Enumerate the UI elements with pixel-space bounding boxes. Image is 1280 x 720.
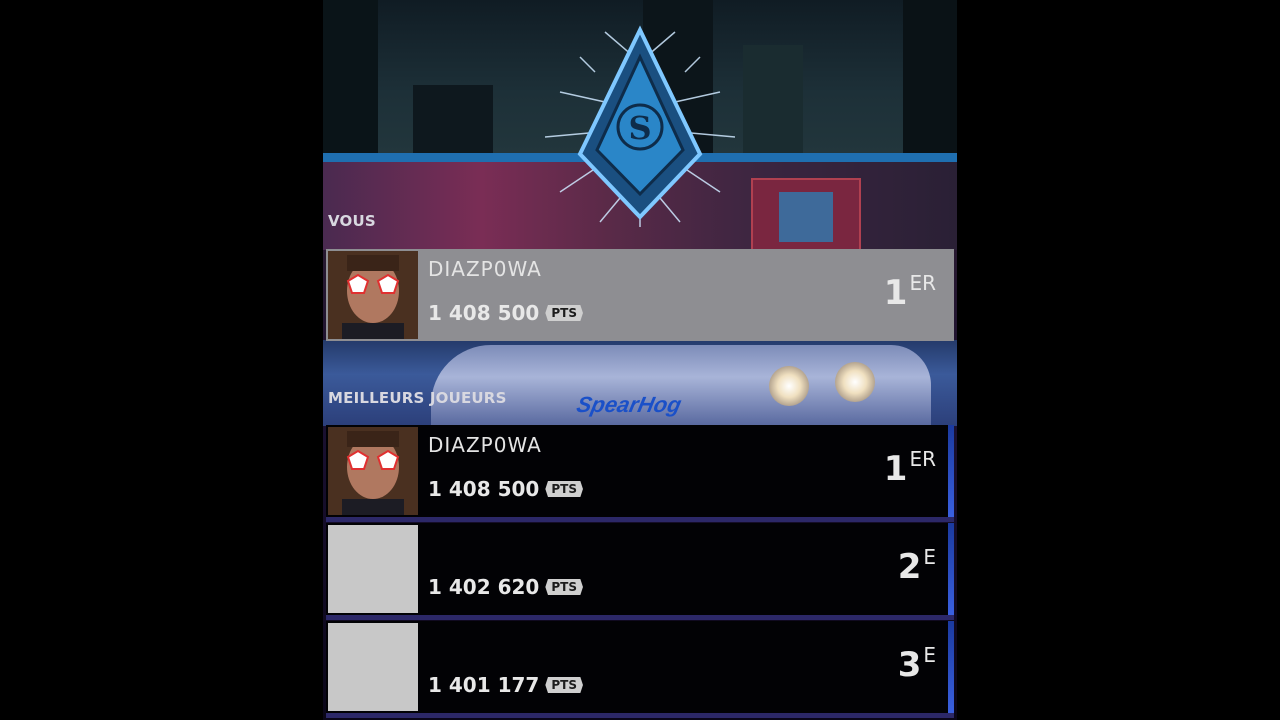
leaderboard-row[interactable]: 1 402 620 PTS 2E — [326, 523, 954, 620]
pts-badge: PTS — [545, 677, 583, 693]
headlight — [835, 362, 875, 402]
player-rank: 1 ER — [883, 271, 936, 313]
row-edge-accent — [948, 425, 954, 517]
player-points: 1 402 620 PTS — [428, 575, 583, 599]
player-avatar — [328, 251, 418, 339]
pts-badge: PTS — [545, 481, 583, 497]
player-points: 1 401 177 PTS — [428, 673, 583, 697]
row-edge-accent — [948, 523, 954, 615]
player-points: 1 408 500 PTS — [428, 477, 583, 501]
row-edge-accent — [948, 621, 954, 713]
headlight — [769, 366, 809, 406]
leaderboard-row[interactable]: 1 401 177 PTS 3E — [326, 621, 954, 718]
player-row-self[interactable]: DIAZP0WA 1 408 500 PTS 1 ER — [326, 249, 954, 341]
car-brand-decal: SpearHog — [574, 392, 684, 417]
pts-badge: PTS — [545, 305, 583, 321]
player-avatar-placeholder — [328, 525, 418, 613]
player-rank: 3E — [897, 643, 936, 685]
section-label-you: VOUS — [328, 212, 376, 230]
player-points: 1 408 500 PTS — [428, 301, 583, 325]
leaderboard-panel: SpearHog S VOUS DIAZP0WA 1 408 500 PTS 1… — [323, 0, 957, 720]
leaderboard-row[interactable]: DIAZP0WA 1 408 500 PTS 1 ER — [326, 425, 954, 522]
player-avatar — [328, 427, 418, 515]
pts-badge: PTS — [545, 579, 583, 595]
player-avatar-placeholder — [328, 623, 418, 711]
player-name: DIAZP0WA — [428, 257, 542, 281]
player-name: DIAZP0WA — [428, 433, 542, 457]
emblem-letter: S — [628, 109, 651, 147]
section-label-top-players: MEILLEURS JOUEURS — [328, 389, 507, 407]
player-rank: 1 ER — [883, 447, 936, 489]
player-rank: 2E — [897, 545, 936, 587]
rank-emblem-icon: S — [545, 25, 735, 227]
shop-sign — [751, 178, 861, 254]
